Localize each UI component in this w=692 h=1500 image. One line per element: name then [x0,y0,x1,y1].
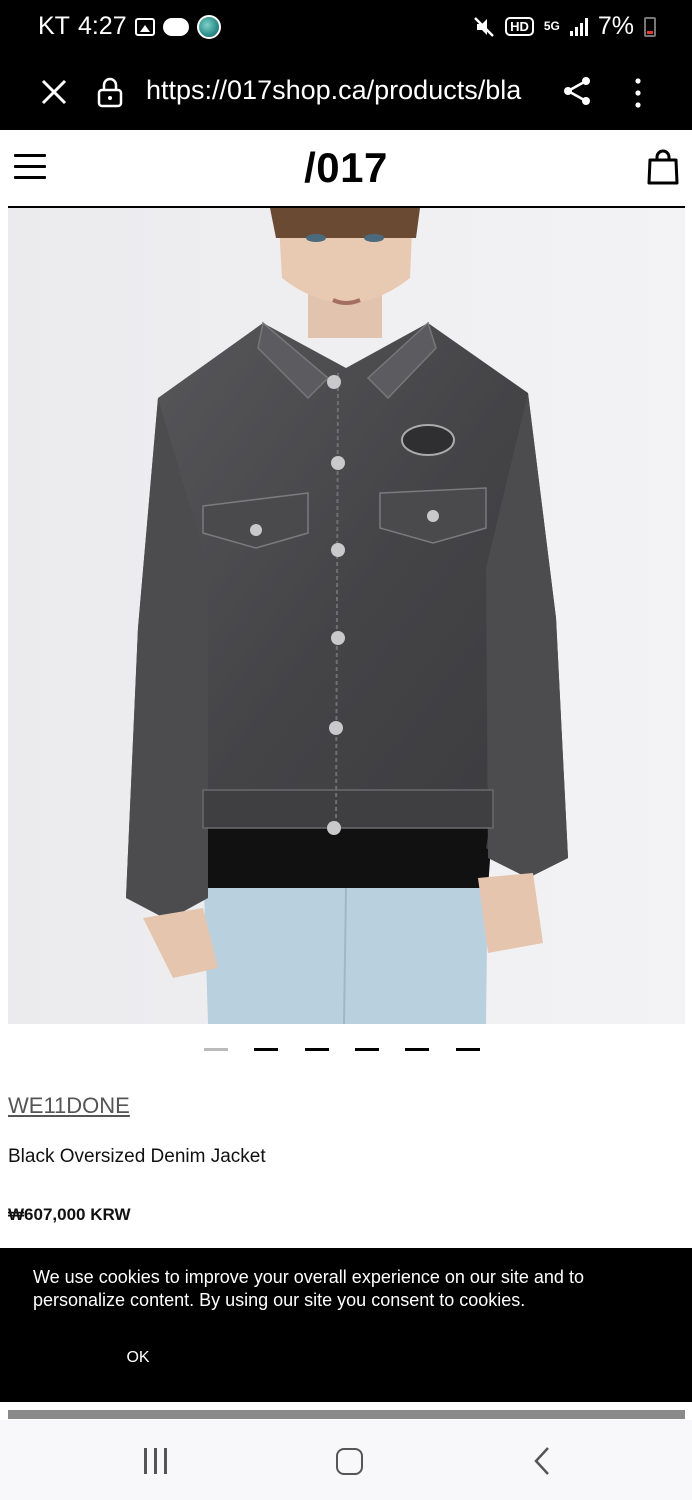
carousel-dot[interactable] [405,1048,429,1051]
battery-percent: 7% [597,12,634,40]
image-icon [134,17,155,36]
cookie-banner: We use cookies to improve your overall e… [0,1248,692,1402]
share-icon[interactable] [560,74,594,108]
carrier-label: KT [38,12,70,40]
lock-icon[interactable] [96,76,124,108]
browser-toolbar: https://017shop.ca/products/bla [0,56,692,130]
battery-icon [644,16,656,37]
cookie-ok-button[interactable]: OK [108,1345,168,1371]
product-price: ₩607,000 KRW [8,1205,131,1224]
page-divider [8,1410,685,1419]
carousel-dot[interactable] [456,1048,480,1051]
home-icon[interactable] [336,1448,363,1475]
mute-icon [474,16,494,37]
status-left: KT 4:27 [38,12,221,41]
system-nav-bar [0,1420,692,1500]
carousel-indicators [0,1048,692,1054]
status-bar: KT 4:27 HD 5G 7% [0,0,692,56]
app-icon [196,14,221,39]
clock: 4:27 [77,12,127,40]
carousel-dot[interactable] [355,1048,379,1051]
signal-icon [569,17,588,36]
brand-link[interactable]: WE11DONE [8,1093,130,1119]
carousel-dot[interactable] [204,1048,228,1051]
site-logo[interactable]: /017 [0,144,692,192]
recent-apps-icon[interactable] [142,1448,170,1474]
site-header: /017 [0,130,692,208]
status-right: HD 5G 7% [473,12,656,41]
carousel-dot[interactable] [305,1048,329,1051]
cookie-message: We use cookies to improve your overall e… [33,1267,584,1310]
product-title: Black Oversized Denim Jacket [8,1146,266,1167]
more-icon[interactable] [626,76,650,110]
5g-icon: 5G [543,19,560,33]
shopping-bag-icon[interactable] [646,148,680,186]
hd-icon: HD [505,17,534,36]
cloud-icon [162,17,189,36]
url-bar[interactable]: https://017shop.ca/products/bla [146,75,542,106]
back-icon[interactable] [532,1446,552,1476]
close-icon[interactable] [36,74,72,110]
product-photo [8,208,685,1024]
carousel-dot[interactable] [254,1048,278,1051]
product-image[interactable] [8,208,685,1024]
